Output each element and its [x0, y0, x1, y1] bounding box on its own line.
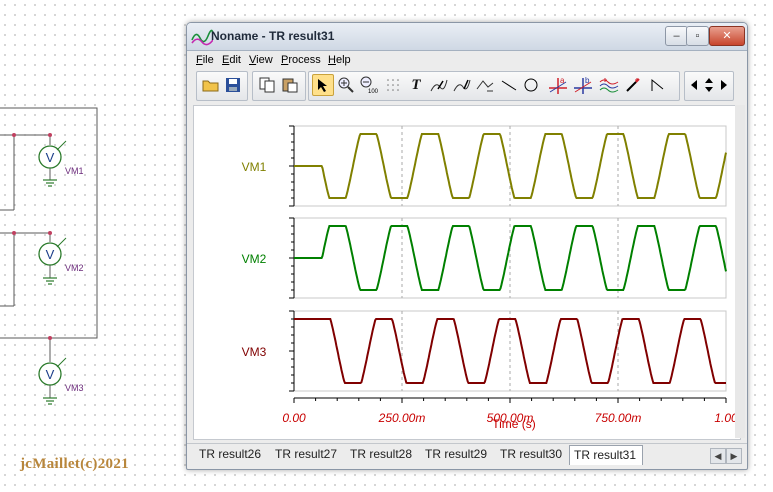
arrow-left-icon[interactable]: [687, 74, 701, 96]
tab-scroll-left-icon[interactable]: ◀: [710, 448, 726, 464]
menu-file[interactable]: File: [196, 54, 214, 66]
voltmeter-vm3[interactable]: V VM3: [38, 357, 84, 393]
meter-symbol: V: [46, 150, 55, 165]
menu-process[interactable]: Process: [281, 54, 321, 66]
waveform-chart[interactable]: VM1VM2VM3 0.00 250.00m 500.00m 750.00m 1.00 …: [194, 106, 740, 439]
result-window: Noname - TR result31 – ▫ ✕ File Edit Vie…: [186, 22, 748, 470]
plot-panel-vm1[interactable]: VM1: [242, 125, 727, 207]
waves-icon[interactable]: [598, 74, 620, 96]
svg-text:b: b: [585, 76, 590, 85]
title-bar[interactable]: Noname - TR result31 – ▫ ✕: [187, 23, 747, 51]
zoom-in-icon[interactable]: [335, 74, 357, 96]
pen-icon[interactable]: [622, 74, 644, 96]
meter-label: VM1: [65, 166, 84, 176]
schematic-canvas: V VM1 V VM2 V VM3: [0, 107, 98, 405]
arrow-updown-icon[interactable]: [702, 74, 716, 96]
meter-symbol: V: [46, 367, 55, 382]
toolbar: 100 T a b: [192, 71, 740, 101]
series-label-vm3: VM3: [242, 345, 267, 359]
tab-tr-result29[interactable]: TR result29: [425, 447, 487, 461]
app-waveform-icon: [191, 29, 213, 46]
x-axis-label: Time (s): [492, 417, 536, 431]
pointer-icon[interactable]: [312, 74, 334, 96]
close-button[interactable]: ✕: [709, 26, 745, 46]
paste-icon[interactable]: [279, 74, 301, 96]
svg-text:a: a: [560, 76, 565, 85]
series-label-vm2: VM2: [242, 252, 267, 266]
arrow-right-icon[interactable]: [717, 74, 731, 96]
save-icon[interactable]: [222, 74, 244, 96]
watermark: jcMaillet(c)2021: [20, 456, 129, 472]
text-tool-icon[interactable]: T: [405, 74, 427, 96]
maximize-button[interactable]: ▫: [686, 26, 709, 46]
plot-panel-vm3[interactable]: VM3: [242, 310, 727, 392]
circle-icon[interactable]: [520, 74, 542, 96]
menu-bar: File Edit View Process Help: [187, 51, 747, 69]
step-icon[interactable]: [647, 74, 669, 96]
menu-view[interactable]: View: [249, 54, 273, 66]
cursor-a-icon[interactable]: a: [547, 74, 569, 96]
curve-icon[interactable]: [474, 74, 496, 96]
meter-label: VM2: [65, 263, 84, 273]
open-icon[interactable]: [200, 74, 222, 96]
tab-scroll-right-icon[interactable]: ▶: [726, 448, 742, 464]
window-title: Noname - TR result31: [211, 29, 335, 43]
meter-symbol: V: [46, 247, 55, 262]
tab-tr-result26[interactable]: TR result26: [199, 447, 261, 461]
tab-tr-result27[interactable]: TR result27: [275, 447, 337, 461]
x-tick-label: 250.00m: [378, 411, 426, 425]
marker-icon[interactable]: [428, 74, 450, 96]
tab-tr-result28[interactable]: TR result28: [350, 447, 412, 461]
x-tick-label: 0.00: [282, 411, 306, 425]
cursor-b-icon[interactable]: b: [572, 74, 594, 96]
minimize-button[interactable]: –: [665, 26, 688, 46]
copy-icon[interactable]: [256, 74, 278, 96]
menu-edit[interactable]: Edit: [222, 54, 241, 66]
result-tabs: TR result26 TR result27 TR result28 TR r…: [187, 443, 747, 468]
tab-tr-result30[interactable]: TR result30: [500, 447, 562, 461]
vertical-scrollbar[interactable]: [735, 105, 745, 438]
plot-area[interactable]: VM1 VM2 VM3 0.00 250.00m 500.00m 750.00m 1.00 …: [193, 105, 741, 440]
series-label-vm1: VM1: [242, 160, 267, 174]
svg-text:100: 100: [368, 89, 379, 94]
menu-help[interactable]: Help: [328, 54, 351, 66]
marker2-icon[interactable]: [451, 74, 473, 96]
x-tick-label: 750.00m: [595, 411, 642, 425]
voltmeter-vm1[interactable]: V VM1: [38, 140, 84, 176]
tab-tr-result31[interactable]: TR result31: [569, 445, 644, 465]
plot-panel-vm2[interactable]: VM2: [242, 217, 727, 299]
voltmeter-vm2[interactable]: V VM2: [38, 237, 84, 273]
meter-label: VM3: [65, 383, 84, 393]
grid-icon[interactable]: [382, 74, 404, 96]
line-icon[interactable]: [498, 74, 520, 96]
zoom-100-icon[interactable]: 100: [358, 74, 380, 96]
